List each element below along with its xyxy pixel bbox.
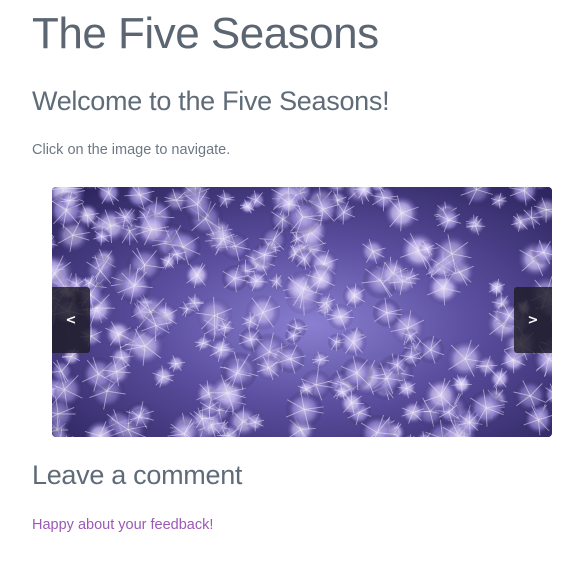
previous-slide-button[interactable]: < xyxy=(52,287,90,353)
next-slide-button[interactable]: > xyxy=(514,287,552,353)
image-slider[interactable]: < > xyxy=(52,187,552,437)
welcome-heading: Welcome to the Five Seasons! xyxy=(32,86,390,116)
comment-heading: Leave a comment xyxy=(32,460,243,490)
page: The Five Seasons Welcome to the Five Sea… xyxy=(0,0,578,569)
slide-image[interactable] xyxy=(52,187,552,437)
site-title: The Five Seasons xyxy=(32,9,379,58)
feedback-link[interactable]: Happy about your feedback! xyxy=(32,516,213,534)
navigation-instructions: Click on the image to navigate. xyxy=(32,142,231,158)
